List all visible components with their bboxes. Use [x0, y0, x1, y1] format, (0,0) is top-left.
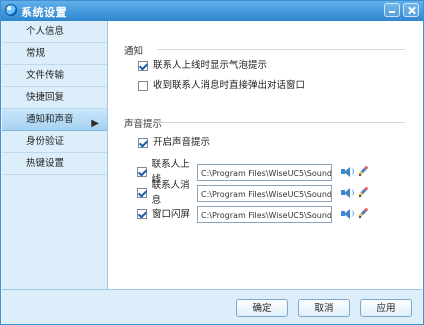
sidebar-item-label: 通知和声音 [26, 114, 74, 125]
title-bar[interactable]: 系统设置 [1, 1, 423, 21]
speaker-icon[interactable] [340, 165, 354, 179]
speaker-icon[interactable] [340, 207, 354, 221]
window-flash-sound-option[interactable]: 窗口闪屏 [137, 207, 197, 222]
sound-row-contact-message: 联系人消息 C:\Program Files\WiseUC5\Sound\rec [137, 180, 371, 206]
contact-online-sound-path[interactable]: C:\Program Files\WiseUC5\Sound\On [197, 163, 332, 181]
contact-message-sound-path[interactable]: C:\Program Files\WiseUC5\Sound\rec [197, 184, 332, 202]
sidebar-item-label: 常规 [26, 48, 46, 59]
ok-button[interactable]: 确定 [236, 299, 288, 317]
edit-pencil-icon[interactable] [357, 186, 371, 200]
minimize-button[interactable] [384, 3, 400, 17]
sidebar-item-label: 文件传输 [26, 70, 65, 81]
sidebar-item-notifications-sound[interactable]: 通知和声音 ▶ [2, 109, 107, 131]
sidebar-item-identity-verification[interactable]: 身份验证 [2, 131, 107, 153]
close-button[interactable] [403, 3, 419, 17]
window-flash-sound-path[interactable]: C:\Program Files\WiseUC5\Sound\Fla [197, 205, 332, 223]
edit-pencil-icon[interactable] [357, 207, 371, 221]
dialog-footer: 确定 取消 应用 [2, 289, 422, 324]
sound-label: 联系人消息 [151, 180, 190, 206]
option-label: 开启声音提示 [153, 137, 211, 148]
edit-pencil-icon[interactable] [357, 165, 371, 179]
window-title: 系统设置 [21, 6, 67, 19]
show-bubble-checkbox[interactable] [138, 60, 148, 71]
show-bubble-option[interactable]: 联系人上线时显示气泡提示 [138, 58, 267, 73]
sidebar-item-label: 身份验证 [26, 136, 65, 147]
settings-window: 系统设置 个人信息 常规 文件传输 快捷回复 通知和声音 ▶ 身份验证 热键设置… [0, 0, 424, 325]
contact-online-sound-checkbox[interactable] [137, 167, 147, 177]
app-icon [5, 4, 17, 16]
settings-sidebar: 个人信息 常规 文件传输 快捷回复 通知和声音 ▶ 身份验证 热键设置 [2, 21, 108, 289]
sidebar-item-general[interactable]: 常规 [2, 43, 107, 65]
settings-content: 通知 联系人上线时显示气泡提示 收到联系人消息时直接弹出对话窗口 声音提示 开启… [108, 21, 423, 289]
contact-message-sound-checkbox[interactable] [137, 188, 147, 198]
contact-message-sound-option[interactable]: 联系人消息 [137, 180, 197, 206]
sidebar-item-label: 快捷回复 [26, 92, 65, 103]
apply-button[interactable]: 应用 [360, 299, 412, 317]
sound-label: 窗口闪屏 [152, 208, 191, 220]
option-label: 联系人上线时显示气泡提示 [153, 60, 268, 71]
notify-group-title: 通知 [124, 46, 144, 57]
sound-row-window-flash: 窗口闪屏 C:\Program Files\WiseUC5\Sound\Fla [137, 205, 371, 223]
sound-group-divider [157, 122, 405, 123]
notify-group-divider [157, 49, 405, 50]
sidebar-item-hotkeys[interactable]: 热键设置 [2, 153, 107, 175]
sidebar-item-file-transfer[interactable]: 文件传输 [2, 65, 107, 87]
sidebar-item-label: 个人信息 [26, 26, 65, 37]
sound-group-title: 声音提示 [124, 119, 163, 130]
enable-sound-option[interactable]: 开启声音提示 [138, 135, 210, 150]
enable-sound-checkbox[interactable] [138, 137, 148, 148]
window-flash-sound-checkbox[interactable] [137, 209, 147, 219]
cancel-button[interactable]: 取消 [298, 299, 350, 317]
speaker-icon[interactable] [340, 186, 354, 200]
sidebar-item-label: 热键设置 [26, 158, 65, 169]
popup-dialog-option[interactable]: 收到联系人消息时直接弹出对话窗口 [138, 78, 305, 93]
sidebar-item-personal-info[interactable]: 个人信息 [2, 21, 107, 43]
sidebar-item-quick-reply[interactable]: 快捷回复 [2, 87, 107, 109]
option-label: 收到联系人消息时直接弹出对话窗口 [153, 80, 306, 91]
popup-dialog-checkbox[interactable] [138, 80, 148, 91]
